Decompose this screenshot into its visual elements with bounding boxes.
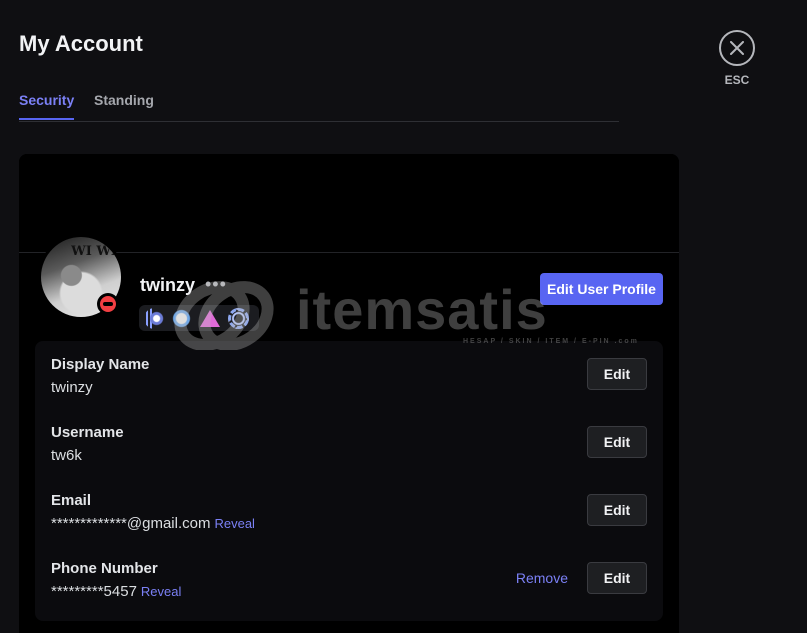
phone-value: *********5457 [51, 583, 137, 600]
hypesquad-badge-icon[interactable] [144, 307, 165, 329]
quest-badge-icon[interactable] [171, 307, 192, 329]
username-label: Username [51, 424, 124, 441]
profile-card: WI WI twinzy ••• Edit User Profile Displ… [19, 154, 679, 633]
edit-username-button[interactable]: Edit [587, 426, 647, 458]
profile-username: twinzy [140, 275, 196, 295]
remove-phone-link[interactable]: Remove [516, 570, 568, 586]
display-name-row: Display Name twinzy Edit [51, 356, 647, 408]
boost-badge-icon[interactable] [228, 307, 249, 329]
edit-phone-button[interactable]: Edit [587, 562, 647, 594]
edit-email-button[interactable]: Edit [587, 494, 647, 526]
nitro-badge-icon[interactable] [200, 309, 220, 327]
account-info-panel: Display Name twinzy Edit Username tw6k E… [35, 341, 663, 621]
reveal-email-link[interactable]: Reveal [214, 516, 254, 531]
avatar-text: WI WI [71, 244, 117, 259]
reveal-phone-link[interactable]: Reveal [141, 584, 181, 599]
display-name-label: Display Name [51, 356, 150, 373]
badge-list [139, 305, 259, 331]
close-button[interactable]: ESC [719, 30, 755, 90]
phone-row: Phone Number *********5457 Reveal Remove … [51, 560, 647, 612]
username-value: tw6k [51, 447, 82, 464]
email-value: *************@gmail.com [51, 515, 211, 532]
tab-standing[interactable]: Standing [94, 92, 154, 118]
email-row: Email *************@gmail.com Reveal Edit [51, 492, 647, 544]
esc-label: ESC [724, 73, 750, 87]
edit-display-name-button[interactable]: Edit [587, 358, 647, 390]
page-title: My Account [19, 31, 143, 56]
profile-banner [19, 154, 679, 253]
display-name-value: twinzy [51, 379, 93, 396]
tab-security[interactable]: Security [19, 92, 75, 120]
close-icon[interactable] [719, 30, 755, 66]
account-tabs: Security Standing [19, 90, 619, 122]
dnd-status-icon [97, 293, 119, 315]
username-row: Username tw6k Edit [51, 424, 647, 476]
edit-user-profile-button[interactable]: Edit User Profile [540, 273, 663, 305]
more-options-icon[interactable]: ••• [205, 274, 227, 295]
email-label: Email [51, 492, 92, 509]
